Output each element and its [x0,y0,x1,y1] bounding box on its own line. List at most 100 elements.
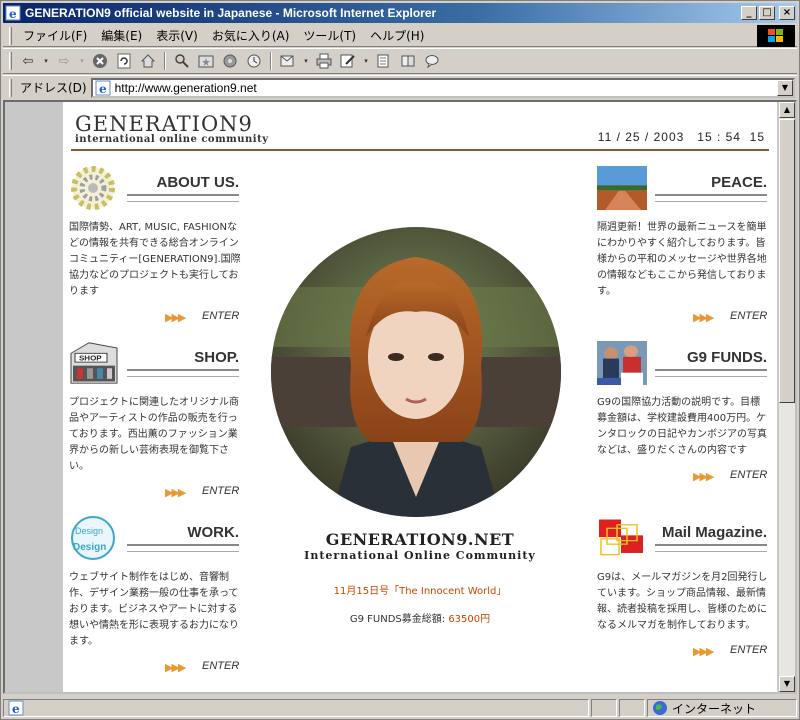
mail-body: G9は、メールマガジンを月2回発行しています。ショップ商品情報、最新情報、読者投… [597,572,768,631]
mail-title[interactable]: Mail Magazine. [662,524,767,541]
section-mail: Mail Magazine. G9は、メールマガジンを月2回発行しています。ショ… [597,516,767,658]
scroll-down-icon[interactable]: ▼ [779,676,795,692]
window-title: GENERATION9 official website in Japanese… [25,6,437,20]
shop-thumb-label: SHOP [79,354,102,362]
title-underline [655,194,767,202]
enter-label[interactable]: ENTER [730,469,767,481]
refresh-icon[interactable] [114,51,134,71]
media-icon[interactable] [220,51,240,71]
shop-enter-link[interactable]: ▶▶▶ ENTER [69,485,239,499]
title-bar[interactable]: e GENERATION9 official website in Japane… [3,3,797,23]
back-arrow-icon[interactable]: ⇦ [18,51,38,71]
work-thumb-label-2: Design [73,542,106,553]
discuss-icon[interactable] [374,51,394,71]
menu-help[interactable]: ヘルプ(H) [363,27,431,44]
page-icon: e [95,80,111,96]
toolbar-separator [164,52,166,70]
menu-tools[interactable]: ツール(T) [296,27,363,44]
edit-icon[interactable] [338,51,358,71]
title-underline [127,194,239,202]
address-input[interactable]: e http://www.generation9.net ▼ [90,77,795,98]
page-done-icon: e [8,700,24,716]
enter-arrows-icon: ▶▶▶ [165,311,186,324]
messenger-icon[interactable] [422,51,442,71]
funds-title[interactable]: G9 FUNDS. [687,349,767,366]
edit-dropdown-icon[interactable]: ▾ [362,51,370,71]
home-icon[interactable] [138,51,158,71]
section-header: Mail Magazine. [597,516,767,560]
logo-subtitle: international online community [75,134,269,145]
enter-label[interactable]: ENTER [730,644,767,656]
about-title[interactable]: ABOUT US. [157,174,240,191]
page-viewport[interactable]: GENERATION9 international online communi… [3,100,797,694]
about-enter-link[interactable]: ▶▶▶ ENTER [69,310,239,324]
vertical-scrollbar[interactable]: ▲ ▼ [779,102,795,692]
search-icon[interactable] [172,51,192,71]
scroll-thumb[interactable] [779,119,795,403]
forward-dropdown-icon[interactable]: ▾ [78,51,86,71]
issue-link[interactable]: 11月15日号「The Innocent World」 [295,582,545,597]
section-header: SHOP SHOP. [69,341,239,385]
toolbar: ⇦ ▾ ⇨ ▾ ▾ ▾ [3,48,797,74]
section-work: Design Design WORK. ウェブサイト制作をはじめ、音響制作、デザ… [69,516,239,674]
funds-enter-link[interactable]: ▶▶▶ ENTER [597,469,767,483]
center-logo: GENERATION9.NET International Online Com… [295,530,545,562]
print-icon[interactable] [314,51,334,71]
work-body: ウェブサイト制作をはじめ、音響制作、デザイン業務一般の仕事を承っております。ビジ… [69,572,239,647]
forward-arrow-icon[interactable]: ⇨ [54,51,74,71]
header-divider [71,149,769,151]
menu-file[interactable]: ファイル(F) [16,27,94,44]
enter-label[interactable]: ENTER [202,310,239,322]
menu-grip [9,26,12,45]
svg-text:e: e [99,82,107,96]
peace-title[interactable]: PEACE. [711,174,767,191]
menu-view[interactable]: 表示(V) [149,27,205,44]
mail-thumb-icon [597,516,647,560]
date-time: 11 / 25 / 2003 15 : 54 15 [597,130,765,144]
mail-enter-link[interactable]: ▶▶▶ ENTER [597,644,767,658]
scroll-up-icon[interactable]: ▲ [779,102,795,118]
title-underline [655,544,767,552]
section-shop: SHOP SHOP. プロジェクトに関連したオリジナル商品やアーティストの作品の… [69,341,239,499]
windows-logo-icon [757,25,795,47]
funds-body: G9の国際協力活動の説明です。目標募金額は、学校建設費用400万円。ケンタロック… [597,397,767,456]
favorites-icon[interactable] [196,51,216,71]
status-pane-empty [591,699,617,717]
peace-enter-link[interactable]: ▶▶▶ ENTER [597,310,767,324]
address-dropdown-icon[interactable]: ▼ [777,79,793,96]
research-icon[interactable] [398,51,418,71]
history-icon[interactable] [244,51,264,71]
ie-icon: e [5,5,21,21]
maximize-button[interactable]: □ [759,6,775,20]
funds-thumb-icon [597,341,647,385]
shop-title[interactable]: SHOP. [194,349,239,366]
address-url[interactable]: http://www.generation9.net [115,81,777,95]
title-underline [127,544,239,552]
enter-arrows-icon: ▶▶▶ [693,311,714,324]
enter-label[interactable]: ENTER [202,485,239,497]
browser-window: e GENERATION9 official website in Japane… [0,0,800,720]
status-zone: インターネット [647,699,797,717]
shop-thumb-icon: SHOP [69,341,119,385]
minimize-button[interactable]: _ [741,6,757,20]
work-enter-link[interactable]: ▶▶▶ ENTER [69,660,239,674]
enter-label[interactable]: ENTER [202,660,239,672]
menu-favorites[interactable]: お気に入り(A) [205,27,297,44]
enter-arrows-icon: ▶▶▶ [693,645,714,658]
stop-icon[interactable] [90,51,110,71]
status-bar: e インターネット [3,698,797,718]
section-header: G9 FUNDS. [597,341,767,385]
section-funds: G9 FUNDS. G9の国際協力活動の説明です。目標募金額は、学校建設費用40… [597,341,767,483]
title-underline [127,369,239,377]
address-label: アドレス(D) [20,81,87,95]
work-title[interactable]: WORK. [187,524,239,541]
mail-dropdown-icon[interactable]: ▾ [302,51,310,71]
site-logo[interactable]: GENERATION9 international online communi… [75,112,269,145]
back-dropdown-icon[interactable]: ▾ [42,51,50,71]
enter-label[interactable]: ENTER [730,310,767,322]
mail-icon[interactable] [278,51,298,71]
about-thumb-icon [71,166,115,210]
menu-edit[interactable]: 編集(E) [94,27,149,44]
funds-total-label: G9 FUNDS募金総額: [349,614,449,625]
close-button[interactable]: × [779,6,795,20]
